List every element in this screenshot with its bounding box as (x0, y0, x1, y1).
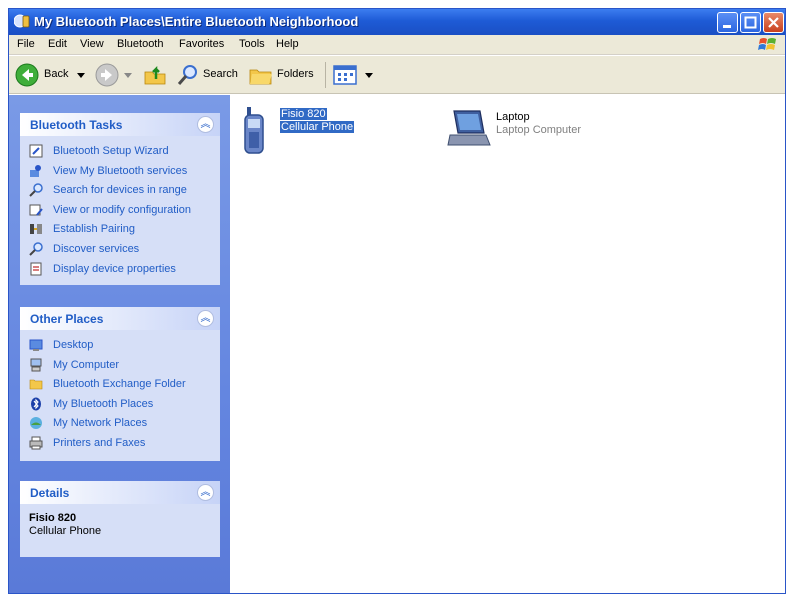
other-places-title: Other Places (30, 312, 104, 326)
search-label: Search (203, 68, 238, 80)
toolbar-separator (325, 62, 326, 88)
device-name: Laptop (496, 111, 530, 123)
menu-bar: File Edit View Bluetooth Favorites Tools… (9, 35, 785, 55)
explorer-window: My Bluetooth Places\Entire Bluetooth Nei… (8, 8, 786, 594)
menu-tools[interactable]: Tools (239, 38, 265, 50)
back-dropdown-icon (77, 73, 85, 78)
up-folder-button[interactable] (143, 63, 169, 87)
details-panel: Details ︽ Fisio 820 Cellular Phone (20, 481, 220, 557)
minimize-button[interactable] (717, 12, 738, 33)
menu-file[interactable]: File (17, 38, 35, 50)
bluetooth-tasks-panel: Bluetooth Tasks ︽ Bluetooth Setup Wizard… (20, 113, 220, 285)
other-places-panel: Other Places ︽ Desktop My Computer Bluet… (20, 307, 220, 461)
details-device-name: Fisio 820 (29, 512, 77, 524)
bluetooth-places-icon (14, 14, 30, 28)
back-button[interactable]: Back (15, 63, 85, 87)
printer-icon (29, 436, 43, 450)
maximize-button[interactable] (740, 12, 761, 33)
maximize-icon (744, 16, 757, 29)
search-icon (177, 65, 197, 85)
collapse-chevron-icon[interactable]: ︽ (197, 484, 214, 501)
folders-icon (249, 69, 272, 85)
collapse-chevron-icon[interactable]: ︽ (197, 116, 214, 133)
title-bar[interactable]: My Bluetooth Places\Entire Bluetooth Nei… (9, 9, 785, 35)
computer-icon (30, 358, 42, 372)
forward-dropdown-icon (124, 73, 132, 78)
menu-edit[interactable]: Edit (48, 38, 67, 50)
device-type: Cellular Phone (280, 121, 355, 133)
menu-help[interactable]: Help (276, 38, 299, 50)
network-icon (30, 417, 42, 429)
close-icon (768, 17, 779, 28)
device-list-area[interactable]: Fisio 820 Cellular Phone Laptop Laptop C… (230, 95, 785, 593)
collapse-chevron-icon[interactable]: ︽ (197, 310, 214, 327)
views-dropdown-icon (365, 73, 373, 78)
window-title: My Bluetooth Places\Entire Bluetooth Nei… (34, 14, 359, 29)
configuration-icon (29, 204, 43, 216)
device-fisio-820[interactable]: Fisio 820 Cellular Phone (242, 107, 372, 157)
services-icon (30, 165, 41, 177)
bluetooth-icon (31, 397, 41, 411)
up-folder-icon (144, 65, 166, 85)
device-name: Fisio 820 (280, 108, 327, 120)
back-arrow-icon (15, 63, 39, 87)
close-button[interactable] (763, 12, 784, 33)
views-button[interactable] (333, 63, 377, 87)
minimize-icon (723, 25, 731, 28)
menu-favorites[interactable]: Favorites (179, 38, 224, 50)
properties-icon (30, 262, 42, 276)
bluetooth-tasks-header[interactable]: Bluetooth Tasks ︽ (20, 113, 220, 136)
desktop-icon (29, 339, 43, 351)
pairing-icon (30, 224, 42, 234)
bluetooth-tasks-title: Bluetooth Tasks (30, 118, 123, 132)
device-laptop[interactable]: Laptop Laptop Computer (446, 107, 596, 157)
forward-arrow-icon (95, 63, 119, 87)
other-places-header[interactable]: Other Places ︽ (20, 307, 220, 330)
windows-logo-icon (758, 38, 776, 50)
menu-bluetooth[interactable]: Bluetooth (117, 38, 163, 50)
toolbar: Back Search Folders (9, 56, 785, 94)
task-pane: Bluetooth Tasks ︽ Bluetooth Setup Wizard… (9, 95, 230, 593)
search-icon (29, 242, 43, 256)
forward-button[interactable] (95, 63, 133, 87)
search-icon (29, 183, 43, 197)
menu-view[interactable]: View (80, 38, 104, 50)
back-label: Back (44, 68, 69, 80)
details-device-type: Cellular Phone (29, 525, 102, 537)
device-type: Laptop Computer (496, 124, 581, 136)
folders-button[interactable]: Folders (249, 63, 319, 87)
cellphone-icon (244, 107, 264, 154)
views-icon (333, 65, 357, 85)
search-button[interactable]: Search (177, 63, 241, 87)
folders-label: Folders (277, 68, 314, 80)
details-header[interactable]: Details ︽ (20, 481, 220, 504)
laptop-icon (447, 110, 491, 146)
folder-icon (29, 379, 43, 390)
wizard-icon (29, 144, 43, 158)
details-title: Details (30, 486, 70, 500)
